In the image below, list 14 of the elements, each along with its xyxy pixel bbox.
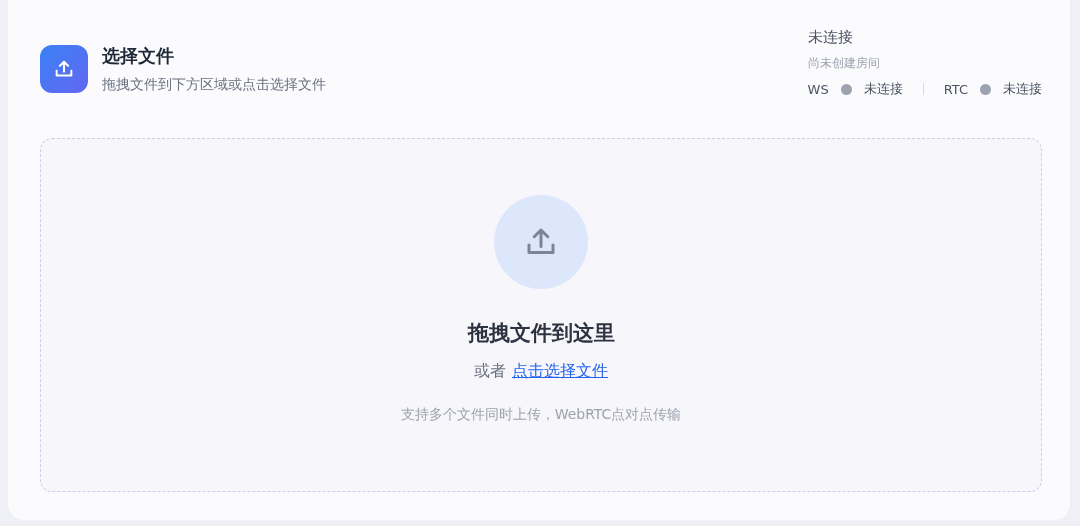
- or-text: 或者: [474, 361, 506, 382]
- channel-name: WS: [807, 81, 829, 97]
- card-subtitle: 拖拽文件到下方区域或点击选择文件: [102, 76, 326, 94]
- upload-hint: 支持多个文件同时上传，WebRTC点对点传输: [400, 406, 682, 424]
- channel-state: 未连接: [863, 80, 903, 98]
- channel-state: 未连接: [1003, 80, 1042, 98]
- drop-zone[interactable]: 拖拽文件到这里 或者 点击选择文件 支持多个文件同时上传，WebRTC点对点传输: [40, 138, 1042, 492]
- upload-icon: [40, 45, 88, 93]
- drop-heading: 拖拽文件到这里: [467, 320, 615, 347]
- choose-file-link[interactable]: 点击选择文件: [512, 361, 608, 382]
- room-status: 尚未创建房间: [807, 55, 881, 72]
- connection-status: 未连接: [807, 28, 854, 47]
- channel-name: RTC: [943, 81, 968, 97]
- card-title: 选择文件: [102, 44, 175, 68]
